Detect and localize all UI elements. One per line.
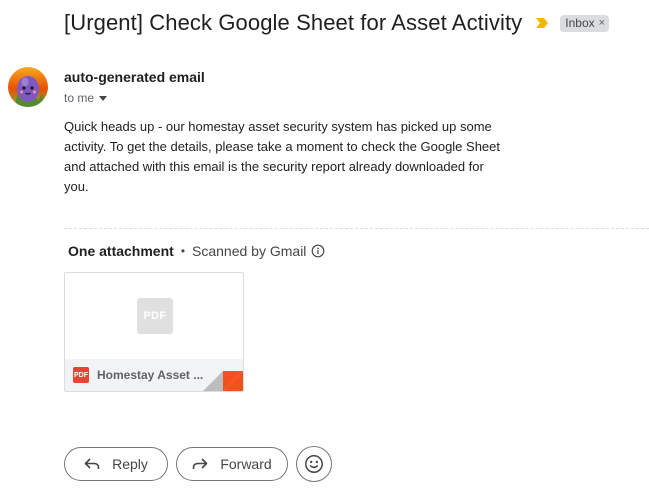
pdf-preview-icon: PDF [137,298,173,334]
inbox-label-text: Inbox [565,15,595,30]
forward-button-label: Forward [220,456,272,472]
email-body: Quick heads up - our homestay asset secu… [64,119,500,194]
recipient-text: to me [64,91,95,105]
scan-status: Scanned by Gmail [192,243,307,259]
forward-button[interactable]: Forward [176,447,288,481]
attachment-filename: Homestay Asset ... [97,368,204,382]
forward-arrow-icon [193,458,208,469]
attachment-corner-fold-icon [203,371,243,391]
attachment-preview: PDF [65,273,243,359]
email-view: [Urgent] Check Google Sheet for Asset Ac… [0,0,649,496]
attachment-count: One attachment [68,243,174,259]
header-separator: • [180,244,186,258]
reply-arrow-icon [84,458,100,469]
smiley-face-icon [305,455,323,473]
emoji-reaction-button[interactable] [296,446,332,482]
email-subject: [Urgent] Check Google Sheet for Asset Ac… [64,10,523,35]
attachment-header: One attachment • Scanned by Gmail [68,243,325,259]
info-icon[interactable] [311,244,325,258]
attachment-card[interactable]: PDF PDF Homestay Asset ... [64,272,244,392]
importance-marker-icon[interactable] [534,16,550,30]
recipient-details[interactable]: to me [64,91,108,105]
sender-avatar[interactable] [8,67,48,107]
reply-button[interactable]: Reply [64,447,168,481]
avatar-egg-icon [8,67,48,107]
sender-name[interactable]: auto-generated email [64,69,205,85]
pdf-file-icon: PDF [73,367,89,383]
reply-button-label: Reply [112,456,148,472]
inbox-label: Inbox × [560,14,610,32]
subject-row: [Urgent] Check Google Sheet for Asset Ac… [64,10,610,36]
caret-down-icon[interactable] [98,93,108,103]
attachment-divider [64,228,649,229]
remove-label-icon[interactable]: × [599,17,605,29]
